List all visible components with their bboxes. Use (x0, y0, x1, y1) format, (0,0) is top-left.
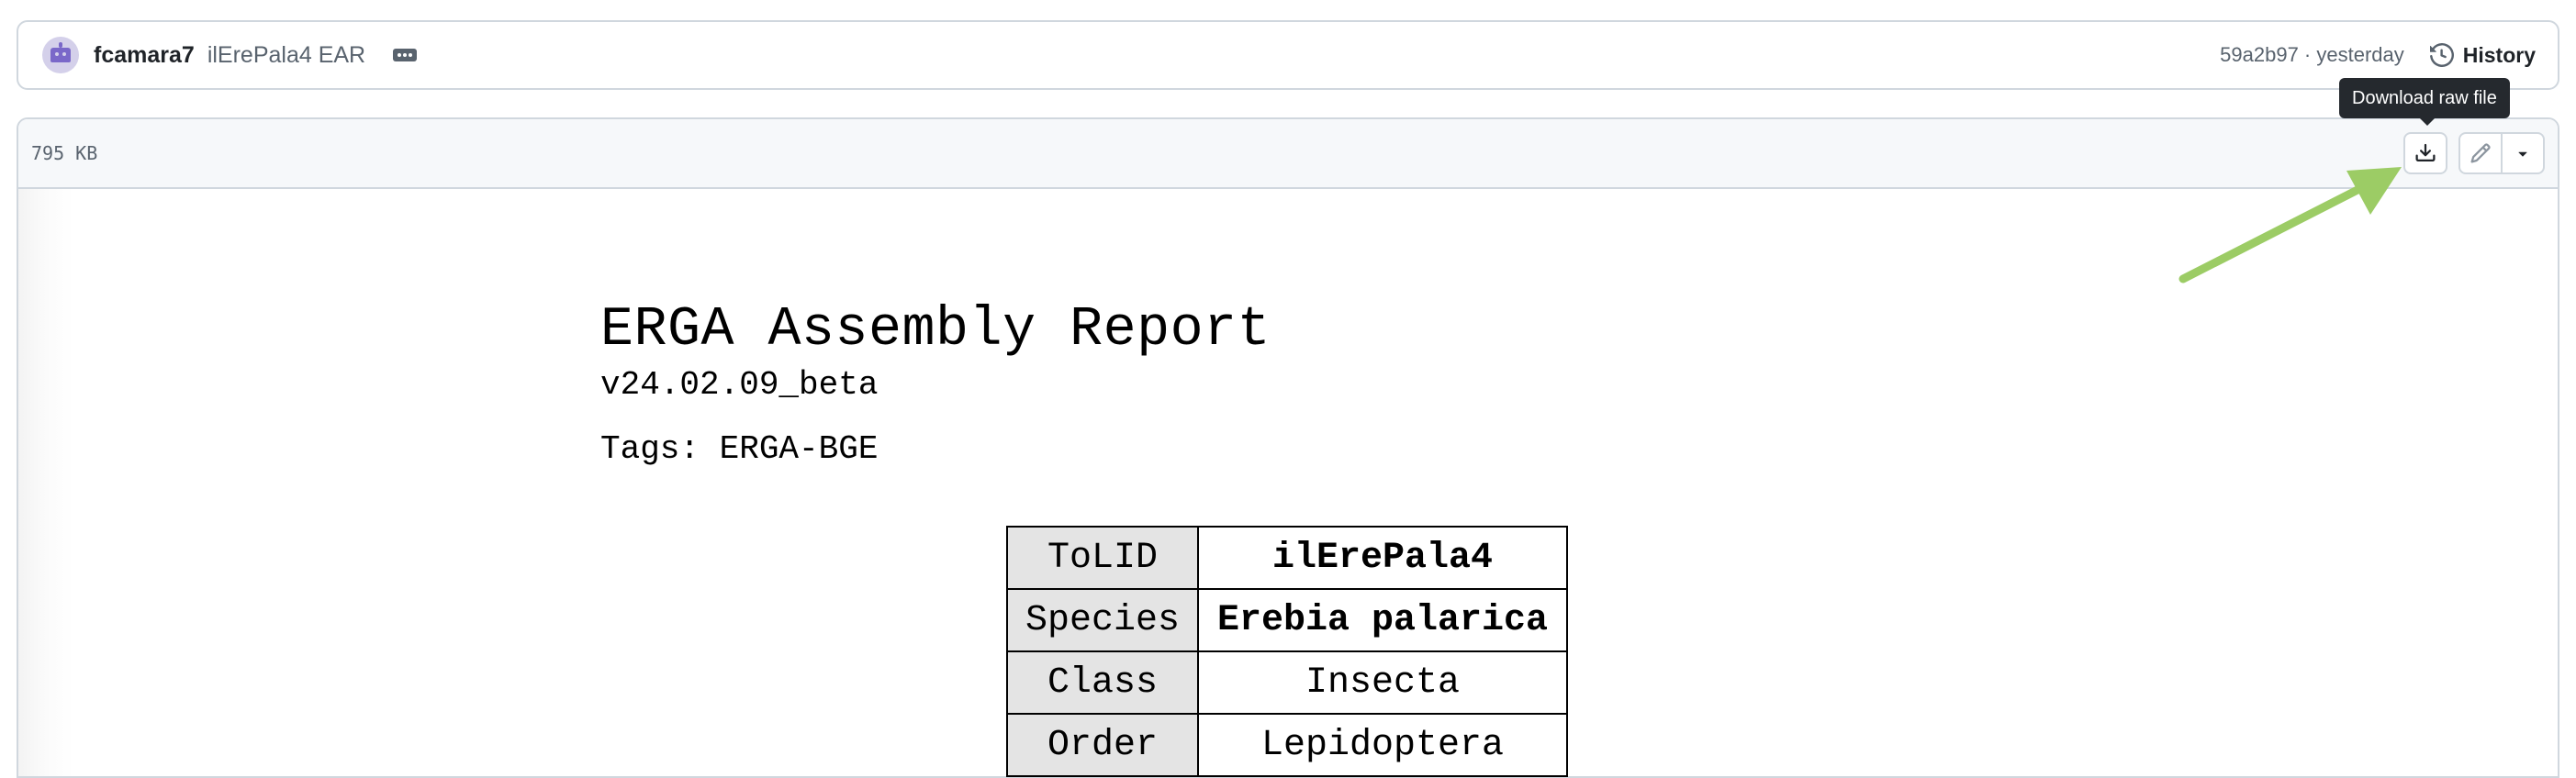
report-header: ERGA Assembly Report v24.02.09_beta Tags… (600, 303, 1271, 466)
bot-avatar-icon (50, 48, 71, 62)
table-value: ilErePala4 (1197, 526, 1568, 590)
commit-author[interactable]: fcamara7 (94, 42, 195, 69)
history-label: History (2462, 42, 2536, 67)
report-tags: Tags: ERGA-BGE (600, 430, 879, 468)
ellipsis-icon (393, 49, 418, 61)
download-icon (2415, 143, 2436, 161)
commit-right-group: 59a2b97 · yesterday History (2220, 43, 2536, 68)
download-tooltip: Download raw file (2339, 78, 2510, 126)
table-key: ToLID (1006, 526, 1199, 590)
edit-file-button[interactable] (2458, 132, 2503, 174)
more-edit-options-button[interactable] (2501, 132, 2545, 174)
triangle-down-icon (2518, 151, 2527, 157)
table-row: Species Erebia palarica (1006, 588, 1568, 652)
report-title: ERGA Assembly Report (600, 299, 1271, 361)
commit-sha-and-date[interactable]: 59a2b97 · yesterday (2220, 43, 2404, 67)
species-info-table: ToLID ilErePala4 Species Erebia palarica… (1006, 526, 1568, 777)
commit-message[interactable]: ilErePala4 EAR (207, 42, 365, 69)
expand-commit-message-button[interactable] (389, 44, 420, 66)
author-avatar[interactable] (42, 37, 79, 73)
table-key: Class (1006, 650, 1199, 715)
file-size: 795 KB (31, 142, 98, 164)
table-value: Lepidoptera (1197, 713, 1568, 777)
report-version: v24.02.09_beta (600, 366, 879, 404)
pencil-icon (2470, 143, 2491, 163)
table-value: Erebia palarica (1197, 588, 1568, 652)
history-icon (2429, 43, 2454, 67)
history-button[interactable]: History (2429, 42, 2536, 68)
table-row: Order Lepidoptera (1006, 713, 1568, 777)
table-value: Insecta (1197, 650, 1568, 715)
file-actions (2403, 132, 2545, 174)
edit-button-group (2458, 132, 2545, 174)
table-row: Class Insecta (1006, 650, 1568, 715)
download-raw-file-button[interactable] (2403, 132, 2447, 174)
latest-commit-bar: fcamara7 ilErePala4 EAR 59a2b97 · yester… (17, 20, 2559, 90)
table-row: ToLID ilErePala4 (1006, 526, 1568, 590)
arrow-annotation (2178, 167, 2402, 283)
table-key: Order (1006, 713, 1199, 777)
table-key: Species (1006, 588, 1199, 652)
